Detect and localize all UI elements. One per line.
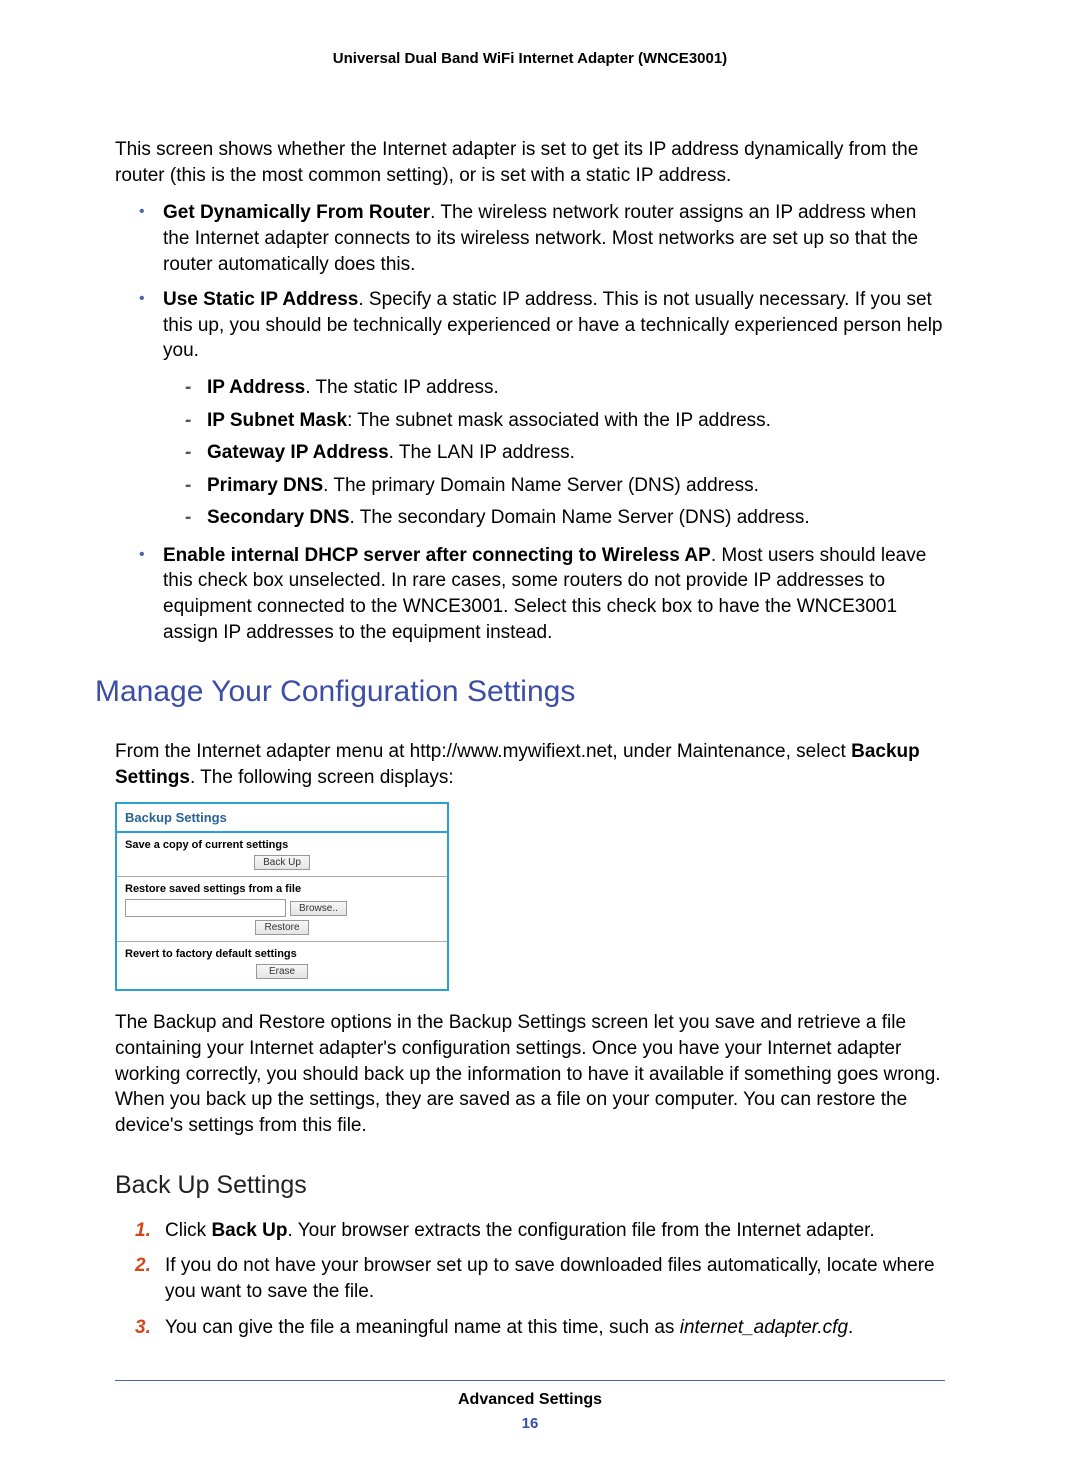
restore-button[interactable]: Restore [255, 920, 308, 935]
section-label: Save a copy of current settings [125, 839, 439, 851]
step-number: 1. [135, 1218, 151, 1244]
filename-example: internet_adapter.cfg [680, 1317, 848, 1338]
step-number: 2. [135, 1253, 151, 1279]
step-text: You can give the file a meaningful name … [165, 1317, 680, 1338]
text: . The following screen displays: [190, 767, 454, 788]
sub-item-text: . The primary Domain Name Server (DNS) a… [323, 475, 759, 496]
intro2-paragraph: From the Internet adapter menu at http:/… [115, 739, 945, 790]
list-item: Secondary DNS. The secondary Domain Name… [183, 504, 945, 533]
step-text: . Your browser extracts the configuratio… [287, 1220, 874, 1241]
document-header: Universal Dual Band WiFi Internet Adapte… [115, 50, 945, 67]
list-item-label: Get Dynamically From Router [163, 202, 430, 223]
step-text: Click [165, 1220, 211, 1241]
document-page: Universal Dual Band WiFi Internet Adapte… [0, 0, 1080, 1482]
backup-button[interactable]: Back Up [254, 855, 310, 870]
section-label: Restore saved settings from a file [125, 883, 439, 895]
step-item: 1. Click Back Up. Your browser extracts … [135, 1218, 945, 1244]
text: From the Internet adapter menu at http:/… [115, 741, 851, 762]
sub-item-label: Gateway IP Address [207, 442, 389, 463]
heading-manage-config: Manage Your Configuration Settings [95, 675, 945, 709]
list-item: IP Subnet Mask: The subnet mask associat… [183, 407, 945, 436]
intro-paragraph: This screen shows whether the Internet a… [115, 137, 945, 188]
step-number: 3. [135, 1315, 151, 1341]
step-text: If you do not have your browser set up t… [165, 1255, 935, 1302]
panel-title: Backup Settings [117, 804, 447, 829]
footer-rule [115, 1380, 945, 1381]
list-item: IP Address. The static IP address. [183, 374, 945, 403]
restore-file-input[interactable] [125, 899, 286, 917]
sub-item-label: Primary DNS [207, 475, 323, 496]
sub-item-text: : The subnet mask associated with the IP… [347, 410, 771, 431]
sub-item-label: IP Subnet Mask [207, 410, 347, 431]
step-bold: Back Up [211, 1220, 287, 1241]
sub-item-label: Secondary DNS [207, 507, 350, 528]
step-text: . [848, 1317, 853, 1338]
sub-dash-list: IP Address. The static IP address. IP Su… [163, 374, 945, 533]
step-item: 3. You can give the file a meaningful na… [135, 1315, 945, 1341]
steps-list: 1. Click Back Up. Your browser extracts … [115, 1218, 945, 1341]
sub-item-text: . The LAN IP address. [389, 442, 575, 463]
step-item: 2. If you do not have your browser set u… [135, 1253, 945, 1304]
footer-page-number: 16 [115, 1415, 945, 1432]
backup-restore-paragraph: The Backup and Restore options in the Ba… [115, 1010, 945, 1138]
list-item: Gateway IP Address. The LAN IP address. [183, 439, 945, 468]
section-label: Revert to factory default settings [125, 948, 439, 960]
heading-backup-settings: Back Up Settings [115, 1171, 945, 1200]
list-item-label: Use Static IP Address [163, 289, 358, 310]
sub-item-text: . The secondary Domain Name Server (DNS)… [350, 507, 810, 528]
erase-button[interactable]: Erase [256, 964, 308, 979]
list-item: Get Dynamically From Router. The wireles… [135, 200, 945, 277]
list-item: Primary DNS. The primary Domain Name Ser… [183, 472, 945, 501]
footer-chapter: Advanced Settings [115, 1391, 945, 1409]
save-copy-section: Save a copy of current settings Back Up [117, 833, 447, 877]
list-item: Enable internal DHCP server after connec… [135, 543, 945, 646]
browse-button[interactable]: Browse.. [290, 901, 347, 916]
restore-section: Restore saved settings from a file Brows… [117, 877, 447, 942]
sub-item-text: . The static IP address. [305, 377, 499, 398]
options-bullet-list: Get Dynamically From Router. The wireles… [115, 200, 945, 645]
backup-settings-screenshot: Backup Settings Save a copy of current s… [115, 802, 449, 991]
list-item-label: Enable internal DHCP server after connec… [163, 545, 711, 566]
list-item: Use Static IP Address. Specify a static … [135, 287, 945, 532]
sub-item-label: IP Address [207, 377, 305, 398]
erase-section: Revert to factory default settings Erase [117, 942, 447, 989]
